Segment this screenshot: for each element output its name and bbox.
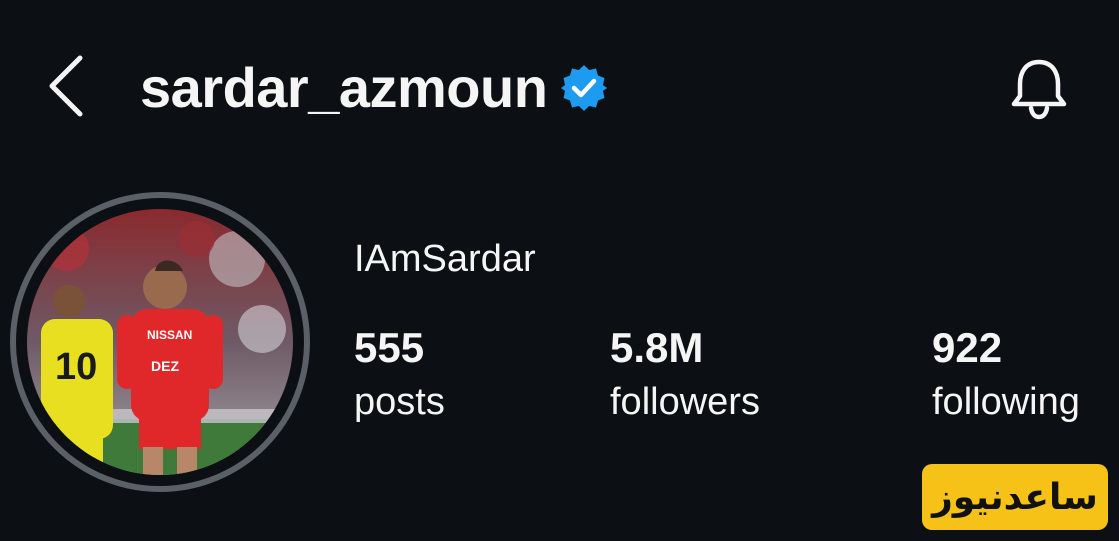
svg-text:DEZ: DEZ [151,358,179,374]
verified-badge-icon [559,63,609,113]
chevron-left-icon [49,55,83,117]
avatar-image: 10 NISSAN DEZ [27,209,293,475]
svg-text:10: 10 [55,346,97,388]
watermark-logo: ساعدنیوز [922,464,1108,530]
stat-following[interactable]: 922 following [932,322,1080,430]
back-button[interactable] [40,50,92,122]
svg-text:NISSAN: NISSAN [147,328,192,342]
avatar[interactable]: 10 NISSAN DEZ [27,209,293,475]
stat-posts[interactable]: 555 posts [354,322,445,430]
username: sardar_azmoun [140,56,548,119]
notification-button[interactable] [1000,50,1078,128]
stat-value: 5.8M [610,324,704,371]
profile-screen: sardar_azmoun 10 NISSAN DEZ IAmSardar 55… [0,0,1119,541]
stat-label: following [932,381,1080,423]
stat-followers[interactable]: 5.8M followers [610,322,760,430]
stat-label: followers [610,381,760,423]
avatar-story-ring: 10 NISSAN DEZ [10,192,310,492]
display-name: IAmSardar [354,238,536,280]
stat-value: 555 [354,324,425,371]
stat-value: 922 [932,324,1003,371]
bell-icon [1011,59,1067,120]
stat-label: posts [354,381,445,423]
profile-header-title: sardar_azmoun [140,52,609,124]
